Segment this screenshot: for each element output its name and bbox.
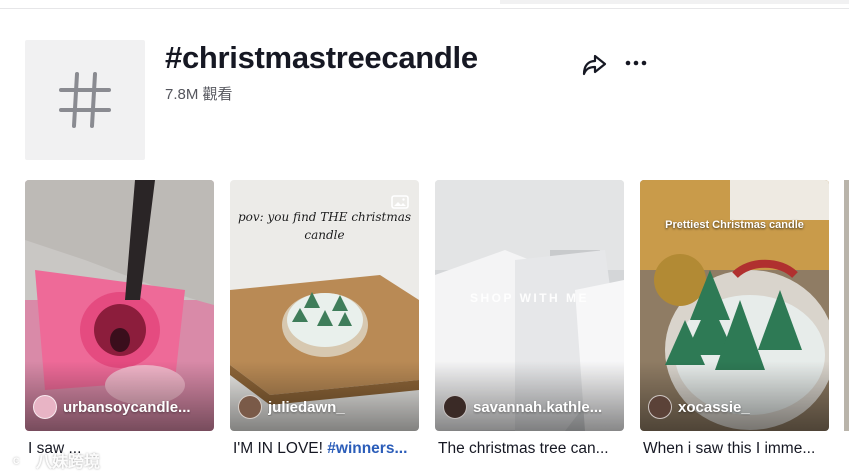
watermark-text: 八妹跨境 xyxy=(36,454,101,471)
more-dots-icon xyxy=(625,60,647,66)
svg-text:C: C xyxy=(13,456,20,466)
header-divider xyxy=(0,8,849,9)
avatar xyxy=(443,395,467,419)
author-name: urbansoycandle... xyxy=(63,398,191,416)
avatar xyxy=(33,395,57,419)
video-card[interactable]: Prettiest Christmas candle xocassie_ xyxy=(640,180,829,431)
next-video-card-edge[interactable] xyxy=(844,180,849,431)
video-card[interactable]: pov: you find THE christmas candle julie… xyxy=(230,180,419,431)
avatar xyxy=(238,395,262,419)
more-options-button[interactable] xyxy=(622,52,650,76)
video-overlay-text: pov: you find THE christmas candle xyxy=(237,210,412,242)
video-overlay-text: Prettiest Christmas candle xyxy=(665,219,804,231)
caption-hashtag-link[interactable]: #winners... xyxy=(327,440,407,457)
hashtag-icon xyxy=(59,72,111,128)
watermark: C 八妹跨境 xyxy=(6,448,100,472)
author-name: savannah.kathle... xyxy=(473,398,603,416)
share-button[interactable] xyxy=(580,52,608,78)
hashtag-thumbnail xyxy=(25,40,145,160)
author-name: xocassie_ xyxy=(678,398,750,416)
page-title: #christmastreecandle xyxy=(165,40,478,75)
video-caption[interactable]: The christmas tree can... xyxy=(438,440,627,458)
video-author[interactable]: savannah.kathle... xyxy=(443,395,602,419)
video-overlay-text: SHOP WITH ME xyxy=(469,291,590,305)
author-name: juliedawn_ xyxy=(268,398,345,416)
top-bar-edge xyxy=(500,0,849,4)
video-caption[interactable]: When i saw this I imme... xyxy=(643,440,832,458)
video-author[interactable]: urbansoycandle... xyxy=(33,395,191,419)
video-card[interactable]: urbansoycandle... xyxy=(25,180,214,431)
video-author[interactable]: juliedawn_ xyxy=(238,395,345,419)
video-card[interactable]: SHOP WITH ME savannah.kathle... xyxy=(435,180,624,431)
video-author[interactable]: xocassie_ xyxy=(648,395,750,419)
share-arrow-icon xyxy=(582,54,607,76)
caption-text: I'M IN LOVE! xyxy=(233,440,328,457)
avatar xyxy=(648,395,672,419)
photo-carousel-icon xyxy=(391,195,409,209)
view-count: 7.8M 觀看 xyxy=(165,86,233,103)
video-caption[interactable]: I'M IN LOVE! #winners... xyxy=(233,440,422,458)
watermark-logo-icon: C xyxy=(7,451,31,469)
